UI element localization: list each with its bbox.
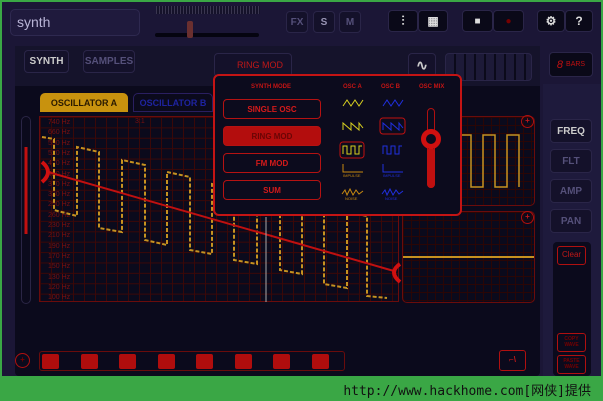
osc-a-noise-label: NOISE	[345, 196, 358, 201]
wave-selectors	[339, 99, 406, 197]
add-step-button[interactable]: +	[15, 353, 30, 368]
osc-b-square-icon	[382, 145, 402, 155]
envelope-handle-right	[392, 262, 402, 284]
paste-wave-button[interactable]: PASTE WAVE	[557, 355, 586, 374]
clear-button[interactable]: Clear	[557, 246, 586, 265]
osc-b-impulse-icon	[382, 164, 403, 173]
osc-b-noise-icon	[381, 187, 404, 197]
osc-a-header: OSC A	[343, 84, 362, 90]
osc-b-impulse-label: IMPULSE	[383, 173, 401, 178]
envelope-icon: ⌐\	[509, 355, 516, 365]
step-pad[interactable]	[119, 354, 136, 369]
osc-a-square-icon	[342, 145, 362, 155]
mode-sum[interactable]: SUM	[223, 180, 321, 200]
add-osc-a-button[interactable]: +	[521, 115, 534, 128]
step-pad[interactable]	[234, 354, 252, 369]
osc-b-sine-icon	[382, 99, 404, 107]
osc-a-sine-icon	[342, 99, 364, 107]
param-flt[interactable]: FLT	[550, 149, 592, 173]
plus-icon: +	[525, 116, 530, 126]
add-osc-b-button[interactable]: +	[521, 211, 534, 224]
step-pad[interactable]	[157, 354, 175, 369]
step-pad[interactable]	[42, 354, 59, 369]
synth-mode-popup: SYNTH MODE OSC A OSC B OSC MIX SINGLE OS…	[213, 74, 462, 216]
copy-wave-button[interactable]: COPY WAVE	[557, 333, 586, 352]
watermark: http://www.hackhome.com[网侠]提供	[343, 384, 591, 399]
synth-mode-header: SYNTH MODE	[251, 84, 292, 90]
step-pad[interactable]	[311, 354, 329, 369]
param-pan[interactable]: PAN	[550, 209, 592, 233]
envelope-button[interactable]: ⌐\	[499, 350, 526, 371]
osc-b-preview[interactable]	[402, 211, 535, 303]
param-freq[interactable]: FREQ	[550, 119, 592, 143]
synth-app: synth FX S M ⫶ ▦ ■ ● ⚙ ? SYNTH SAMPLES R…	[2, 2, 601, 376]
step-pad[interactable]	[273, 354, 290, 369]
osc-a-saw-icon	[342, 121, 364, 132]
osc-mix-header: OSC MIX	[419, 84, 445, 90]
envelope-handle-left	[40, 160, 50, 184]
plus-icon: +	[525, 212, 530, 222]
flat-wave-line	[403, 256, 534, 258]
osc-mix-fill	[427, 148, 435, 188]
param-amp[interactable]: AMP	[550, 179, 592, 203]
osc-b-noise-label: NOISE	[385, 196, 398, 201]
step-pad[interactable]	[196, 354, 213, 369]
osc-a-noise-icon	[341, 187, 364, 197]
osc-b-saw-icon	[382, 121, 404, 132]
osc-a-impulse-icon	[342, 164, 363, 173]
plus-icon: +	[20, 355, 25, 365]
osc-a-impulse-label: IMPULSE	[343, 173, 361, 178]
mode-single-osc[interactable]: SINGLE OSC	[223, 99, 321, 119]
osc-b-header: OSC B	[381, 84, 401, 90]
step-pad[interactable]	[80, 354, 98, 369]
mode-ring-mod[interactable]: RING MOD	[223, 126, 321, 146]
mode-fm-mod[interactable]: FM MOD	[223, 153, 321, 173]
osc-mix-knob[interactable]	[421, 129, 441, 149]
